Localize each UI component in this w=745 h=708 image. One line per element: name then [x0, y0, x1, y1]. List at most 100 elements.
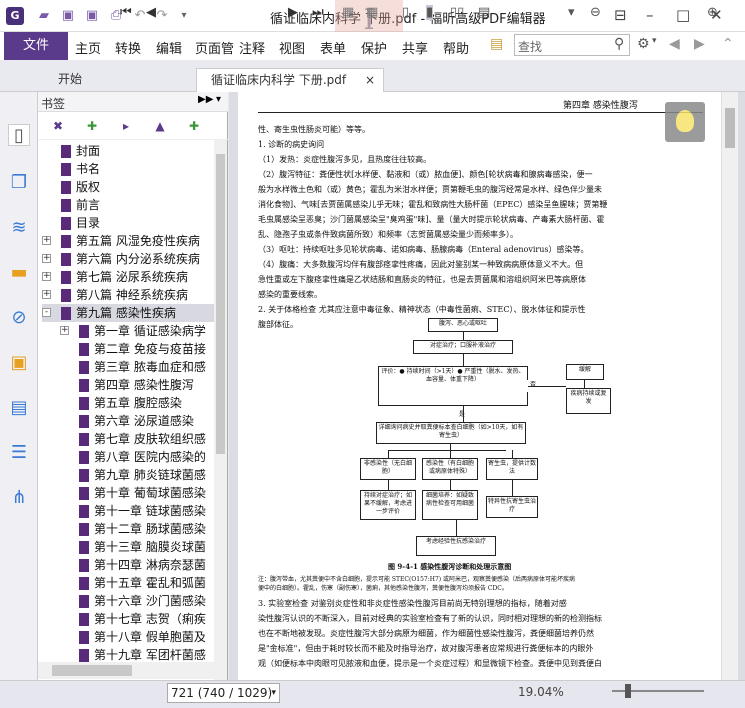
gear-icon[interactable]: ⚙ [637, 36, 650, 52]
app-logo-icon[interactable]: G [6, 7, 24, 25]
security-lock-icon[interactable]: ▣ [8, 352, 30, 374]
menu-help[interactable]: 帮助 [443, 38, 469, 57]
expand-icon[interactable]: + [42, 290, 51, 299]
quick-access-dropdown-icon[interactable]: ▾ [176, 9, 192, 23]
menu-share[interactable]: 共享 [402, 38, 428, 57]
expand-icon[interactable]: + [60, 326, 69, 335]
ribbon-toggle-icon[interactable]: ⊟ [614, 6, 627, 24]
bookmark-item[interactable]: 第三章 脓毒血症和感 [60, 358, 214, 376]
bookmark-item[interactable]: 第七章 皮肤软组织感 [60, 430, 214, 448]
promote-bookmark-icon[interactable]: ▲ [152, 118, 168, 134]
bookmark-item[interactable]: 第十三章 脑膜炎球菌 [60, 538, 214, 556]
menu-page-manage[interactable]: 页面管 [195, 38, 234, 57]
prev-page-button[interactable]: ◀ [146, 5, 156, 20]
search-icon[interactable]: ⚲ [614, 36, 624, 52]
bookmark-item[interactable]: 第五章 腹腔感染 [60, 394, 214, 412]
bookmark-item[interactable]: 目录 [42, 214, 214, 232]
maximize-button[interactable]: □ [676, 6, 690, 24]
bookmark-item[interactable]: 第十五章 霍乱和弧菌 [60, 574, 214, 592]
minimize-button[interactable]: – [646, 6, 654, 24]
search-input[interactable]: 查找 [514, 34, 630, 56]
bookmark-item[interactable]: 第十九章 军团杆菌感 [60, 646, 214, 662]
bookmark-item[interactable]: 版权 [42, 178, 214, 196]
settings-dropdown-icon[interactable]: ▾ [652, 36, 657, 46]
bookmark-item[interactable]: 第十二章 肠球菌感染 [60, 520, 214, 538]
tab-close-icon[interactable]: × [365, 69, 375, 91]
collapse-icon[interactable]: - [42, 308, 51, 317]
tip-lightbulb-icon[interactable] [665, 102, 705, 142]
collapse-ribbon-icon[interactable]: ⌃ [722, 36, 734, 52]
document-properties-icon[interactable]: ▤ [8, 397, 30, 419]
bookmark-item[interactable]: + 第六篇 内分泌系统疾病 [42, 250, 214, 268]
bookmark-item[interactable]: 第十四章 淋病奈瑟菌 [60, 556, 214, 574]
menu-convert[interactable]: 转换 [115, 38, 141, 57]
bookmark-item[interactable]: 书名 [42, 160, 214, 178]
bookmark-item[interactable]: 第十章 葡萄球菌感染 [60, 484, 214, 502]
bookmark-item[interactable]: 封面 [42, 142, 214, 160]
bookmark-item[interactable]: 前言 [42, 196, 214, 214]
bookmark-item[interactable]: + 第一章 循证感染病学 [60, 322, 214, 340]
extract-page-icon[interactable]: ▦ [342, 5, 354, 20]
page-dropdown-icon[interactable]: ▾ [271, 684, 276, 702]
menu-protect[interactable]: 保护 [361, 38, 387, 57]
scrollbar-thumb[interactable] [216, 154, 225, 454]
facing-view-icon[interactable]: ▯▯ [450, 5, 464, 20]
bookmark-item[interactable]: + 第八篇 神经系统疾病 [42, 286, 214, 304]
menu-view[interactable]: 视图 [279, 38, 305, 57]
form-fields-icon[interactable]: ☰ [8, 442, 30, 464]
continuous-facing-view-icon[interactable]: ▤ [478, 5, 490, 20]
add-child-bookmark-icon[interactable]: ▸ [118, 118, 134, 134]
bookmark-vertical-scrollbar[interactable] [214, 140, 227, 680]
menu-edit[interactable]: 编辑 [156, 38, 182, 57]
redo-icon[interactable]: ↷ [154, 9, 170, 23]
expand-icon[interactable]: + [42, 236, 51, 245]
bookmark-item[interactable]: 第四章 感染性腹泻 [60, 376, 214, 394]
attachments-icon[interactable]: ⊘ [8, 307, 30, 329]
bookmark-item[interactable]: 第十七章 志贺（痢疾 [60, 610, 214, 628]
expand-icon[interactable]: + [42, 272, 51, 281]
nav-back-icon[interactable]: ◀ [669, 36, 680, 52]
menu-comment[interactable]: 注释 [239, 38, 265, 57]
bookmark-horizontal-scrollbar[interactable] [38, 662, 214, 679]
save-as-icon[interactable]: ▣ [84, 9, 100, 23]
scrollbar-thumb[interactable] [725, 108, 735, 148]
page-number-field[interactable]: 721 (740 / 1029) ▾ [167, 683, 280, 703]
menu-form[interactable]: 表单 [320, 38, 346, 57]
open-folder-icon[interactable]: ▰ [36, 9, 52, 23]
next-page-button[interactable]: ▶ [288, 5, 298, 20]
menu-home[interactable]: 主页 [75, 38, 101, 57]
zoom-slider-knob[interactable] [625, 684, 631, 698]
tab-document[interactable]: 循证临床内科学 下册.pdf × [196, 68, 384, 92]
nav-forward-icon[interactable]: ▶ [694, 36, 705, 52]
bookmark-item[interactable]: 第十八章 假单胞菌及 [60, 628, 214, 646]
page-thumbnails-icon[interactable]: ❐ [8, 172, 30, 194]
layers-icon[interactable]: ≋ [8, 217, 30, 239]
add-bookmark-icon[interactable]: ✚ [84, 118, 100, 134]
expand-panel-icon[interactable]: ▶▶ [198, 94, 213, 105]
zoom-out-button[interactable]: ⊖ [590, 5, 601, 20]
last-page-button[interactable]: ⏭ [312, 5, 324, 20]
bookmark-item[interactable]: 第十一章 链球菌感染 [60, 502, 214, 520]
bookmark-item[interactable]: 第十六章 沙门菌感染 [60, 592, 214, 610]
panel-menu-icon[interactable]: ▾ [216, 94, 221, 105]
bookmark-item[interactable]: 第八章 医院内感染的 [60, 448, 214, 466]
comments-icon[interactable]: ▬ [8, 262, 30, 284]
bookmark-item[interactable]: 第六章 泌尿道感染 [60, 412, 214, 430]
zoom-dropdown-icon[interactable]: ▾ [568, 5, 575, 20]
save-icon[interactable]: ▣ [60, 9, 76, 23]
document-vertical-scrollbar[interactable] [722, 92, 738, 680]
first-page-button[interactable]: ⏮ [120, 5, 132, 20]
zoom-in-button[interactable]: ⊕ [707, 5, 718, 20]
insert-page-icon[interactable]: ▦ [366, 5, 378, 20]
tab-start[interactable]: 开始 [44, 68, 194, 92]
continuous-view-icon[interactable]: ▮ [426, 5, 434, 20]
scrollbar-thumb[interactable] [52, 665, 132, 676]
bookmark-item[interactable]: - 第九篇 感染性疾病 [42, 304, 214, 322]
file-menu-button[interactable]: 文件 [4, 32, 68, 60]
bookmark-panel-icon[interactable]: ▯ [8, 124, 30, 146]
delete-bookmark-icon[interactable]: ✖ [50, 118, 66, 134]
expand-icon[interactable]: + [42, 254, 51, 263]
bookmark-item[interactable]: 第九章 肺炎链球菌感 [60, 466, 214, 484]
bookmark-item[interactable]: + 第七篇 泌尿系统疾病 [42, 268, 214, 286]
single-page-view-icon[interactable]: ▯ [402, 5, 409, 20]
